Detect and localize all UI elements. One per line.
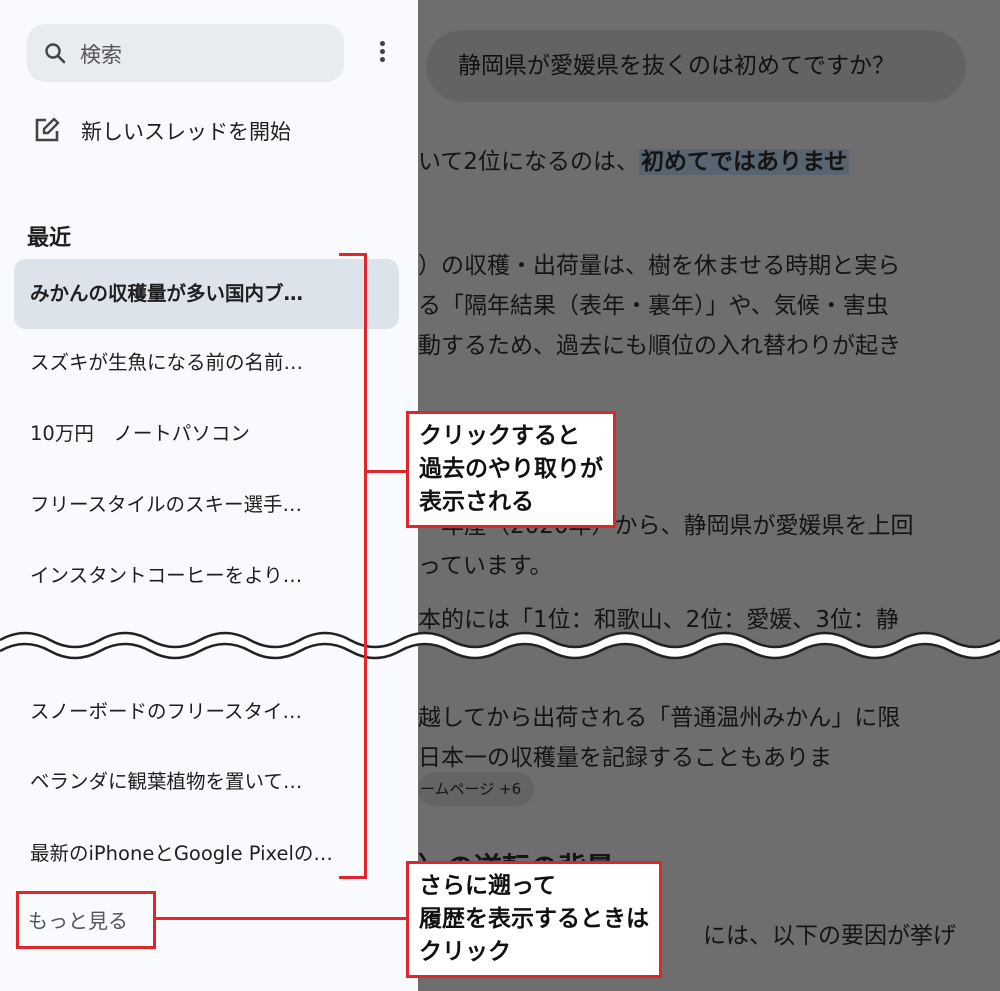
- answer-text: いて2位になるのは、: [418, 149, 639, 175]
- answer-line: っています。: [418, 553, 553, 579]
- search-placeholder: 検索: [80, 43, 122, 67]
- edit-icon: [35, 117, 60, 142]
- cut-break-line: [0, 631, 1000, 660]
- more-vert-icon[interactable]: [370, 38, 394, 68]
- recent-heading: 最近: [27, 226, 72, 251]
- answer-line: 越してから出荷される「普通温州みかん」に限: [418, 705, 901, 731]
- answer-line: 動するため、過去にも順位の入れ替わりが起き: [418, 333, 901, 359]
- answer-line: には、以下の要因が挙げ: [703, 923, 956, 949]
- highlighted-answer: 初めてではありませ: [638, 149, 850, 175]
- answer-line: いて2位になるのは、初めてではありませ: [418, 142, 850, 176]
- answer-line: る「隔年結果（表年・裏年）」や、気候・害虫: [418, 293, 889, 319]
- callout-line: 表示される: [419, 489, 534, 515]
- search-box[interactable]: 検索: [27, 24, 344, 82]
- search-icon: [45, 43, 66, 64]
- history-bracket: [339, 253, 367, 879]
- callout-line: さらに遡って: [419, 873, 556, 899]
- answer-line: ）の収穫・出荷量は、樹を休ませる時期と実ら: [418, 253, 901, 279]
- bracket-connector: [366, 470, 410, 473]
- user-question-bubble: 静岡県が愛媛県を抜くのは初めてですか？: [426, 30, 966, 102]
- callout-line: クリック: [419, 939, 511, 965]
- callout-more: さらに遡って 履歴を表示するときは クリック: [406, 861, 662, 978]
- callout-line: クリックすると: [419, 423, 580, 449]
- answer-line: 日本一の収穫量を記録することもありま: [418, 745, 832, 771]
- callout-line: 履歴を表示するときは: [419, 906, 649, 932]
- show-more-highlight: [16, 891, 156, 949]
- show-more-connector: [156, 917, 408, 920]
- source-chip[interactable]: ームページ +6: [418, 772, 534, 806]
- callout-line: 過去のやり取りが: [419, 456, 603, 482]
- new-thread-label: 新しいスレッドを開始: [81, 120, 291, 144]
- callout-history: クリックすると 過去のやり取りが 表示される: [406, 411, 616, 528]
